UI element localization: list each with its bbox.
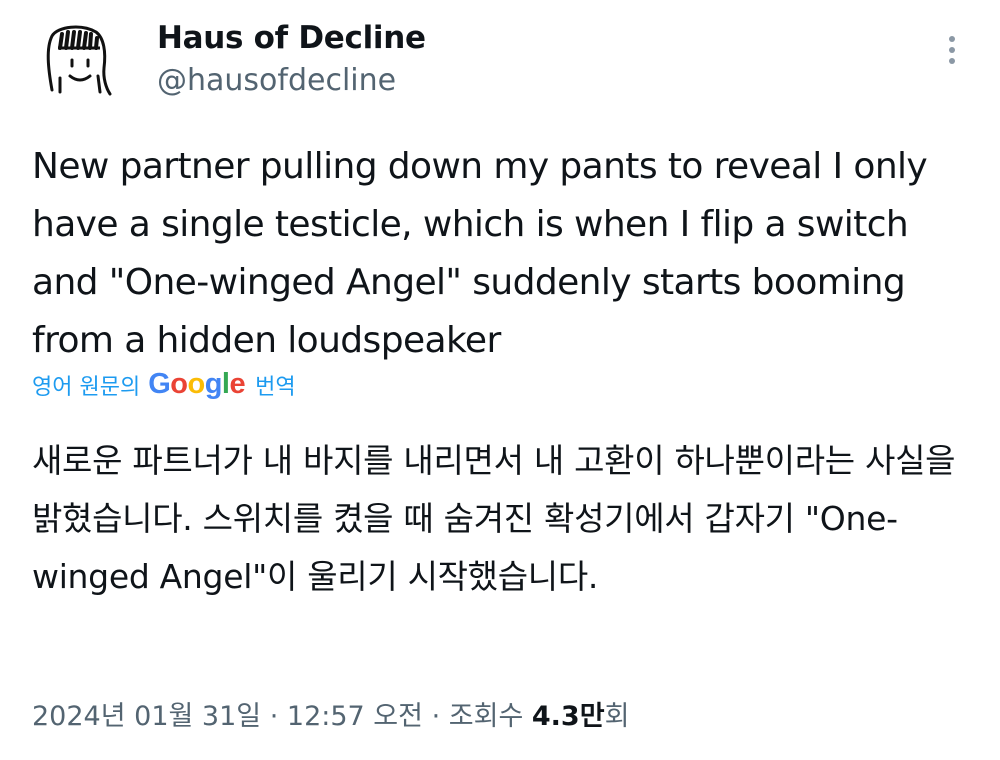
views-count: 4.3만	[531, 701, 605, 732]
translated-text: 새로운 파트너가 내 바지를 내리면서 내 고환이 하나뿐이라는 사실을 밝혔습…	[32, 441, 956, 596]
hand-drawn-face-icon	[46, 25, 112, 96]
user-handle[interactable]: @hausofdecline	[157, 63, 396, 98]
display-name[interactable]: Haus of Decline	[157, 20, 426, 56]
more-vertical-icon[interactable]	[935, 32, 969, 72]
google-logo-letter: e	[229, 368, 246, 400]
tweet-text: New partner pulling down my pants to rev…	[32, 146, 928, 361]
views-label: 조회수	[448, 701, 524, 732]
translate-prefix: 영어 원문의	[32, 374, 141, 400]
google-logo-letter: g	[204, 368, 223, 400]
meta-separator: ·	[269, 701, 279, 732]
google-logo-letter: o	[170, 368, 188, 400]
google-logo-letter: G	[148, 368, 171, 400]
tweet-date[interactable]: 2024년 01월 31일	[32, 701, 261, 732]
tweet-time[interactable]: 12:57 오전	[287, 701, 423, 732]
google-logo: Google	[148, 368, 245, 401]
translate-suffix: 번역	[255, 374, 296, 400]
meta-separator: ·	[431, 701, 441, 732]
avatar[interactable]	[30, 18, 140, 98]
translate-link[interactable]: 영어 원문의 Google 번역	[32, 368, 296, 401]
tweet-meta: 2024년 01월 31일 · 12:57 오전 · 조회수 4.3만회	[32, 694, 629, 733]
google-logo-letter: o	[187, 368, 205, 400]
views-unit: 회	[604, 701, 630, 732]
